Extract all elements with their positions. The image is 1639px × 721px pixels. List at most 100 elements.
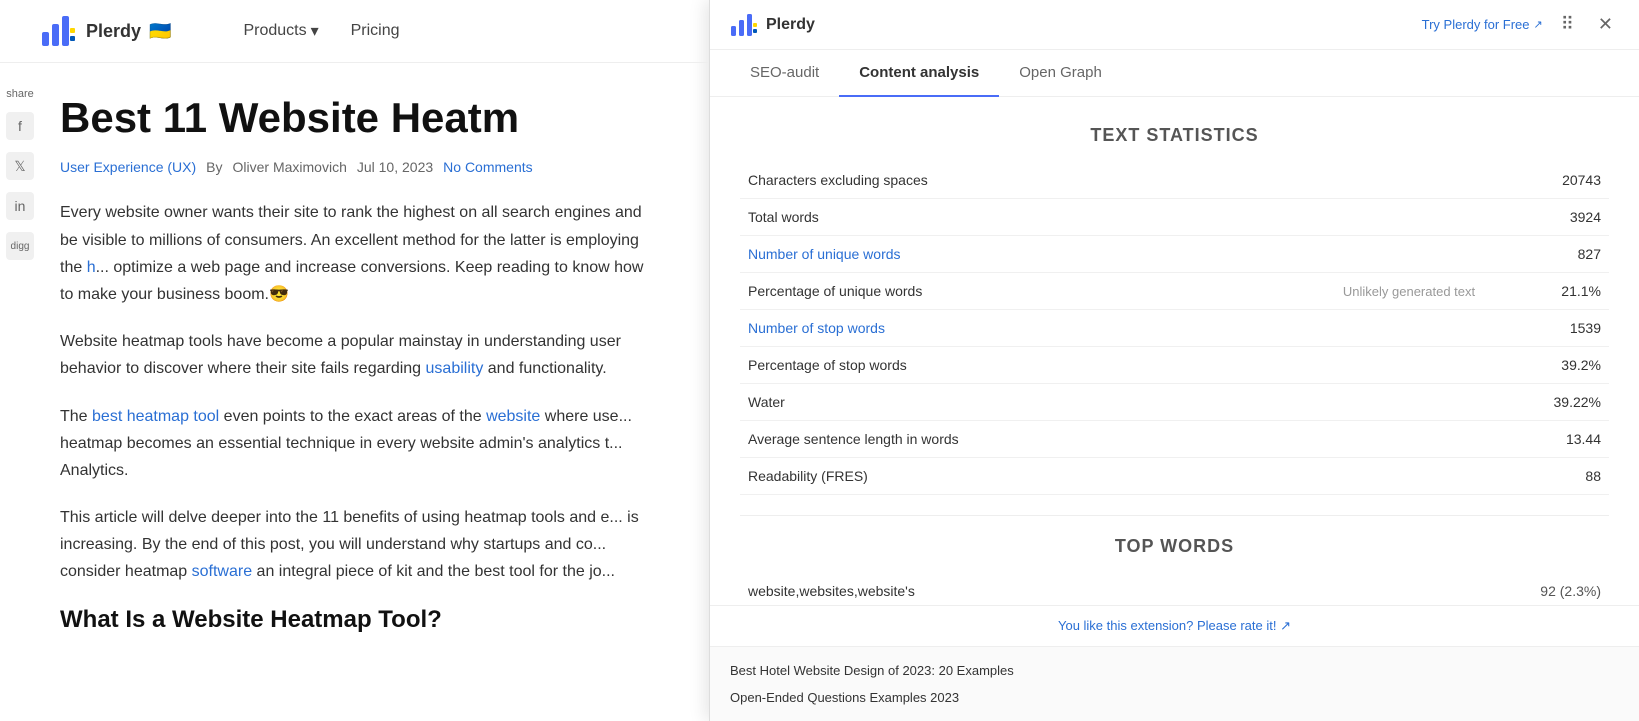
stat-note-words [1189, 199, 1483, 236]
stat-row-pct-stop: Percentage of stop words 39.2% [740, 347, 1609, 384]
stat-note-readability [1189, 458, 1483, 495]
divider [740, 515, 1609, 516]
stat-note-chars [1189, 162, 1483, 199]
ua-flag: 🇺🇦 [149, 21, 171, 42]
article-body: Every website owner wants their site to … [60, 199, 659, 633]
stat-value-avg-sentence: 13.44 [1483, 421, 1609, 458]
stat-value-pct-unique: 21.1% [1483, 273, 1609, 310]
stat-note-stop-words [1189, 310, 1483, 347]
plerdy-logo-icon [40, 12, 78, 50]
article-para-4: This article will delve deeper into the … [60, 504, 659, 586]
stat-note-water [1189, 384, 1483, 421]
stat-value-words: 3924 [1483, 199, 1609, 236]
article-para-2: Website heatmap tools have become a popu… [60, 328, 659, 382]
panel-body: TEXT STATISTICS Characters excluding spa… [710, 97, 1639, 605]
nav-products[interactable]: Products ▾ [243, 21, 318, 41]
social-sidebar: share f 𝕏 in digg [0, 80, 40, 268]
stat-row-water: Water 39.22% [740, 384, 1609, 421]
related-articles: Best Hotel Website Design of 2023: 20 Ex… [710, 646, 1639, 721]
stat-value-pct-stop: 39.2% [1483, 347, 1609, 384]
tab-content-analysis[interactable]: Content analysis [839, 50, 999, 97]
close-button[interactable]: ✕ [1592, 10, 1619, 39]
stat-note-unique-words [1189, 236, 1483, 273]
article-para-1: Every website owner wants their site to … [60, 199, 659, 308]
nav-items: Products ▾ Pricing [243, 21, 399, 41]
stat-row-stop-words: Number of stop words 1539 [740, 310, 1609, 347]
heatmap-link[interactable]: h [87, 259, 96, 276]
stat-row-readability: Readability (FRES) 88 [740, 458, 1609, 495]
tab-open-graph[interactable]: Open Graph [999, 50, 1122, 97]
text-statistics-title: TEXT STATISTICS [740, 125, 1609, 146]
article-author: Oliver Maximovich [233, 159, 347, 175]
stat-value-chars: 20743 [1483, 162, 1609, 199]
article-subheading: What Is a Website Heatmap Tool? [60, 606, 659, 634]
top-words-table: website,websites,website's 92 (2.3%) too… [740, 573, 1609, 605]
rate-external-icon: ↗ [1280, 618, 1291, 633]
stat-label-words: Total words [740, 199, 1189, 236]
stats-table: Characters excluding spaces 20743 Total … [740, 162, 1609, 495]
stat-label-chars: Characters excluding spaces [740, 162, 1189, 199]
stat-value-readability: 88 [1483, 458, 1609, 495]
article-date: Jul 10, 2023 [357, 159, 433, 175]
stat-value-stop-words: 1539 [1483, 310, 1609, 347]
article-comments[interactable]: No Comments [443, 159, 532, 175]
plerdy-panel: Plerdy Try Plerdy for Free ↗ ⠿ ✕ SEO-aud… [709, 0, 1639, 721]
software-link[interactable]: software [192, 563, 252, 580]
stat-row-chars: Characters excluding spaces 20743 [740, 162, 1609, 199]
site-logo[interactable]: Plerdy 🇺🇦 [40, 12, 171, 50]
best-heatmap-link[interactable]: best heatmap tool [92, 408, 219, 425]
stat-label-avg-sentence: Average sentence length in words [740, 421, 1189, 458]
usability-link[interactable]: usability [426, 360, 484, 377]
top-words-title: TOP words [740, 536, 1609, 557]
panel-logo-text: Plerdy [766, 16, 815, 34]
article-category[interactable]: User Experience (UX) [60, 159, 196, 175]
panel-logo: Plerdy [730, 11, 815, 39]
stat-label-pct-stop: Percentage of stop words [740, 347, 1189, 384]
stat-label-readability: Readability (FRES) [740, 458, 1189, 495]
stat-row-words: Total words 3924 [740, 199, 1609, 236]
top-word-label-1: website,websites,website's [740, 573, 1352, 605]
article-meta: User Experience (UX) By Oliver Maximovic… [60, 159, 659, 175]
share-label: share [6, 88, 34, 100]
top-word-row-1: website,websites,website's 92 (2.3%) [740, 573, 1609, 605]
stat-label-unique-words[interactable]: Number of unique words [740, 236, 1189, 273]
nav-pricing[interactable]: Pricing [351, 21, 400, 41]
panel-header: Plerdy Try Plerdy for Free ↗ ⠿ ✕ [710, 0, 1639, 50]
stat-row-avg-sentence: Average sentence length in words 13.44 [740, 421, 1609, 458]
stat-row-unique-words: Number of unique words 827 [740, 236, 1609, 273]
stat-label-stop-words[interactable]: Number of stop words [740, 310, 1189, 347]
website-link[interactable]: website [486, 408, 540, 425]
facebook-icon[interactable]: f [6, 112, 34, 140]
article-title: Best 11 Website Heatm [60, 93, 659, 143]
tab-seo-audit[interactable]: SEO-audit [730, 50, 839, 97]
site-logo-text: Plerdy [86, 21, 141, 42]
chevron-down-icon: ▾ [311, 21, 319, 41]
external-link-icon: ↗ [1534, 18, 1543, 31]
try-free-link[interactable]: Try Plerdy for Free ↗ [1422, 17, 1543, 32]
article-author-prefix: By [206, 159, 222, 175]
top-word-value-1: 92 (2.3%) [1352, 573, 1609, 605]
panel-tabs: SEO-audit Content analysis Open Graph [710, 50, 1639, 97]
stat-value-water: 39.22% [1483, 384, 1609, 421]
stat-label-pct-unique: Percentage of unique words [740, 273, 1189, 310]
site-nav: Plerdy 🇺🇦 Products ▾ Pricing [0, 0, 709, 63]
panel-footer[interactable]: You like this extension? Please rate it!… [710, 605, 1639, 646]
stat-row-pct-unique: Percentage of unique words Unlikely gene… [740, 273, 1609, 310]
digg-icon[interactable]: digg [6, 232, 34, 260]
twitter-icon[interactable]: 𝕏 [6, 152, 34, 180]
article-area: Best 11 Website Heatm User Experience (U… [0, 63, 709, 664]
related-article-2[interactable]: Open-Ended Questions Examples 2023 [730, 684, 1619, 711]
stat-note-pct-unique: Unlikely generated text [1189, 273, 1483, 310]
panel-logo-icon [730, 11, 758, 39]
stat-note-pct-stop [1189, 347, 1483, 384]
settings-button[interactable]: ⠿ [1555, 10, 1580, 39]
linkedin-icon[interactable]: in [6, 192, 34, 220]
stat-value-unique-words: 827 [1483, 236, 1609, 273]
stat-note-avg-sentence [1189, 421, 1483, 458]
panel-header-right: Try Plerdy for Free ↗ ⠿ ✕ [1422, 10, 1619, 39]
related-article-1[interactable]: Best Hotel Website Design of 2023: 20 Ex… [730, 657, 1619, 684]
stat-label-water: Water [740, 384, 1189, 421]
footer-text: You like this extension? Please rate it!… [1058, 618, 1291, 633]
article-para-3: The best heatmap tool even points to the… [60, 403, 659, 485]
site-content: Plerdy 🇺🇦 Products ▾ Pricing share f 𝕏 i… [0, 0, 709, 721]
